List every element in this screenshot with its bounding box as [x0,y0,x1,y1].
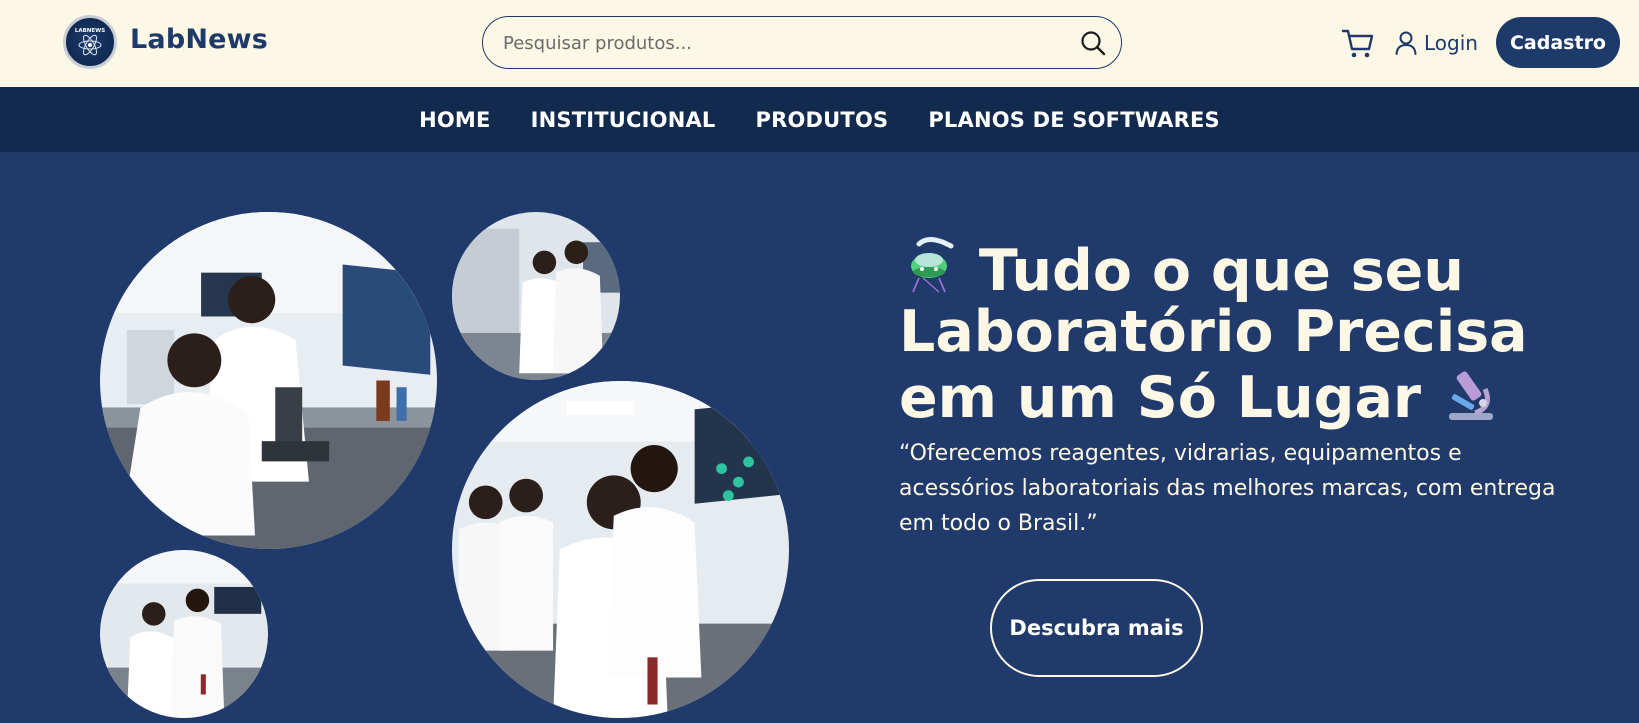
search-bar [482,16,1122,69]
labnews-logo[interactable]: LABNEWS [63,15,117,69]
lab-photo-samples [100,550,268,718]
search-icon[interactable] [1079,29,1107,57]
nav-item-produtos[interactable]: PRODUTOS [756,108,889,132]
login-label: Login [1424,31,1478,55]
top-header: LABNEWS LabNews Login Cadastro [0,0,1639,87]
brand-name[interactable]: LabNews [130,24,268,55]
cart-icon[interactable] [1341,26,1375,60]
hero-section: Tudo o que seu Laboratório Precisa em um… [0,152,1639,723]
atom-icon: LABNEWS [75,28,105,56]
signup-button[interactable]: Cadastro [1496,17,1620,68]
lab-photo-fumehood [452,212,620,380]
hero-title-text: Tudo o que seu Laboratório Precisa em um… [899,238,1528,431]
search-input[interactable] [503,30,1043,56]
hero-subtitle: “Oferecemos reagentes, vidrarias, equipa… [899,441,1556,536]
login-link[interactable]: Login [1394,27,1478,59]
svg-text:LABNEWS: LABNEWS [75,28,105,34]
main-nav: HOME INSTITUCIONAL PRODUTOS PLANOS DE SO… [0,87,1639,152]
nav-item-institucional[interactable]: INSTITUCIONAL [531,108,716,132]
lab-photo-microscope [100,212,437,549]
nav-item-planos-de-softwares[interactable]: PLANOS DE SOFTWARES [928,108,1220,132]
nav-item-home[interactable]: HOME [419,108,490,132]
user-icon [1395,31,1417,55]
microscope-icon [1448,371,1493,420]
discover-more-button[interactable]: Descubra mais [990,579,1203,677]
ufo-icon [911,237,954,293]
lab-photo-team [452,381,789,718]
hero-title: Tudo o que seu Laboratório Precisa em um… [899,236,1599,429]
